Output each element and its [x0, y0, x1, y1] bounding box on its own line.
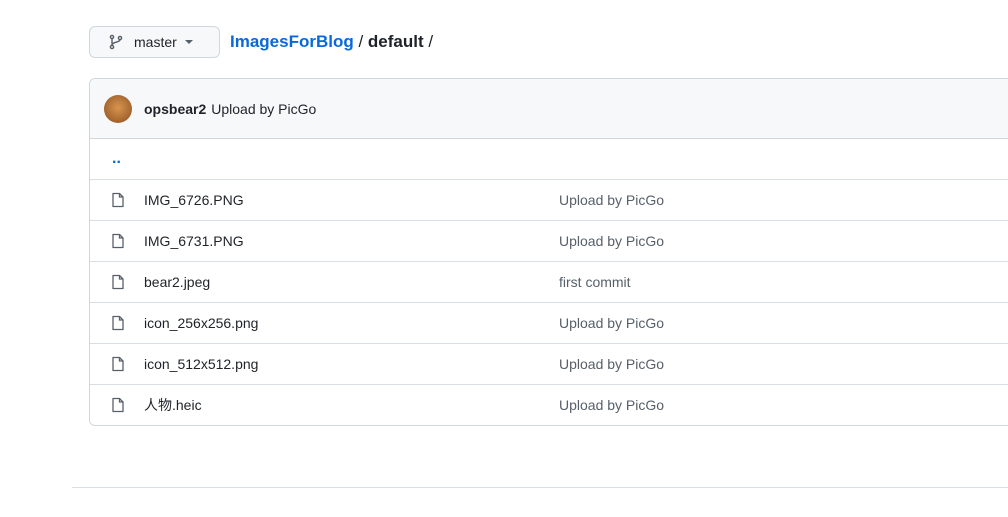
- file-icon: [110, 274, 126, 290]
- file-icon: [110, 233, 126, 249]
- breadcrumb: ImagesForBlog / default /: [230, 32, 433, 52]
- branch-selector[interactable]: master: [89, 26, 220, 58]
- breadcrumb-separator: /: [423, 32, 434, 51]
- file-name[interactable]: IMG_6726.PNG: [144, 192, 559, 208]
- file-row[interactable]: icon_256x256.png Upload by PicGo: [90, 302, 1008, 343]
- file-name[interactable]: bear2.jpeg: [144, 274, 559, 290]
- file-name[interactable]: IMG_6731.PNG: [144, 233, 559, 249]
- file-commit-message[interactable]: Upload by PicGo: [559, 192, 664, 208]
- branch-name: master: [134, 34, 177, 50]
- file-commit-message[interactable]: Upload by PicGo: [559, 397, 664, 413]
- top-bar: master ImagesForBlog / default /: [89, 26, 433, 58]
- git-branch-icon: [109, 34, 123, 50]
- caret-down-icon: [184, 40, 193, 44]
- file-name[interactable]: 人物.heic: [144, 395, 559, 415]
- file-name[interactable]: icon_256x256.png: [144, 315, 559, 331]
- file-row[interactable]: 人物.heic Upload by PicGo: [90, 384, 1008, 425]
- file-icon: [110, 192, 126, 208]
- breadcrumb-repo-link[interactable]: ImagesForBlog: [230, 32, 354, 51]
- divider: [72, 487, 1008, 488]
- file-icon: [110, 397, 126, 413]
- file-commit-message[interactable]: first commit: [559, 274, 631, 290]
- file-icon: [110, 356, 126, 372]
- commit-author[interactable]: opsbear2: [144, 101, 206, 117]
- file-name[interactable]: icon_512x512.png: [144, 356, 559, 372]
- file-row[interactable]: bear2.jpeg first commit: [90, 261, 1008, 302]
- file-icon: [110, 315, 126, 331]
- commit-message[interactable]: Upload by PicGo: [211, 101, 316, 117]
- avatar[interactable]: [104, 94, 132, 123]
- file-row[interactable]: IMG_6731.PNG Upload by PicGo: [90, 220, 1008, 261]
- file-commit-message[interactable]: Upload by PicGo: [559, 356, 664, 372]
- file-row[interactable]: icon_512x512.png Upload by PicGo: [90, 343, 1008, 384]
- latest-commit: opsbear2 Upload by PicGo: [90, 79, 1008, 139]
- breadcrumb-separator: /: [353, 32, 368, 51]
- parent-directory-link[interactable]: ..: [90, 139, 1008, 180]
- file-row[interactable]: IMG_6726.PNG Upload by PicGo: [90, 180, 1008, 220]
- file-commit-message[interactable]: Upload by PicGo: [559, 233, 664, 249]
- file-commit-message[interactable]: Upload by PicGo: [559, 315, 664, 331]
- file-list: opsbear2 Upload by PicGo .. IMG_6726.PNG…: [89, 78, 1008, 426]
- breadcrumb-folder: default: [367, 32, 424, 51]
